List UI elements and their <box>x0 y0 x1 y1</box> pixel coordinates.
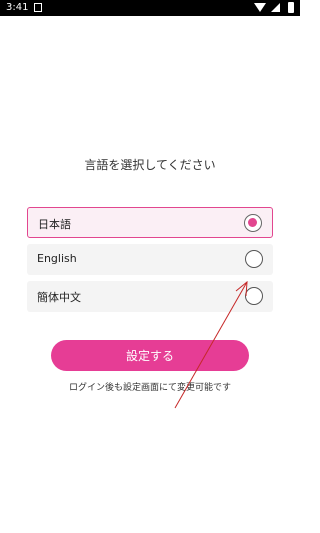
confirm-button[interactable]: 設定する <box>51 340 249 371</box>
language-option-simplified-chinese[interactable]: 簡体中文 <box>27 281 273 312</box>
page-title: 言語を選択してください <box>84 158 216 172</box>
language-option-english[interactable]: English <box>27 244 273 275</box>
language-option-japanese[interactable]: 日本語 <box>27 207 273 238</box>
status-bar: 3:41 <box>0 0 300 16</box>
wifi-icon <box>254 3 266 12</box>
radio-unselected-icon[interactable] <box>245 250 263 268</box>
radio-selected-icon[interactable] <box>244 214 262 232</box>
language-option-label: 簡体中文 <box>37 291 81 304</box>
settings-note: ログイン後も設定画面にて変更可能です <box>68 383 231 393</box>
radio-dot <box>248 218 257 227</box>
battery-icon <box>288 2 294 13</box>
radio-unselected-icon[interactable] <box>245 287 263 305</box>
notification-icon <box>34 3 42 12</box>
language-option-label: 日本語 <box>38 218 71 231</box>
language-option-label: English <box>37 252 77 265</box>
status-time: 3:41 <box>6 2 29 13</box>
signal-icon <box>271 3 280 12</box>
